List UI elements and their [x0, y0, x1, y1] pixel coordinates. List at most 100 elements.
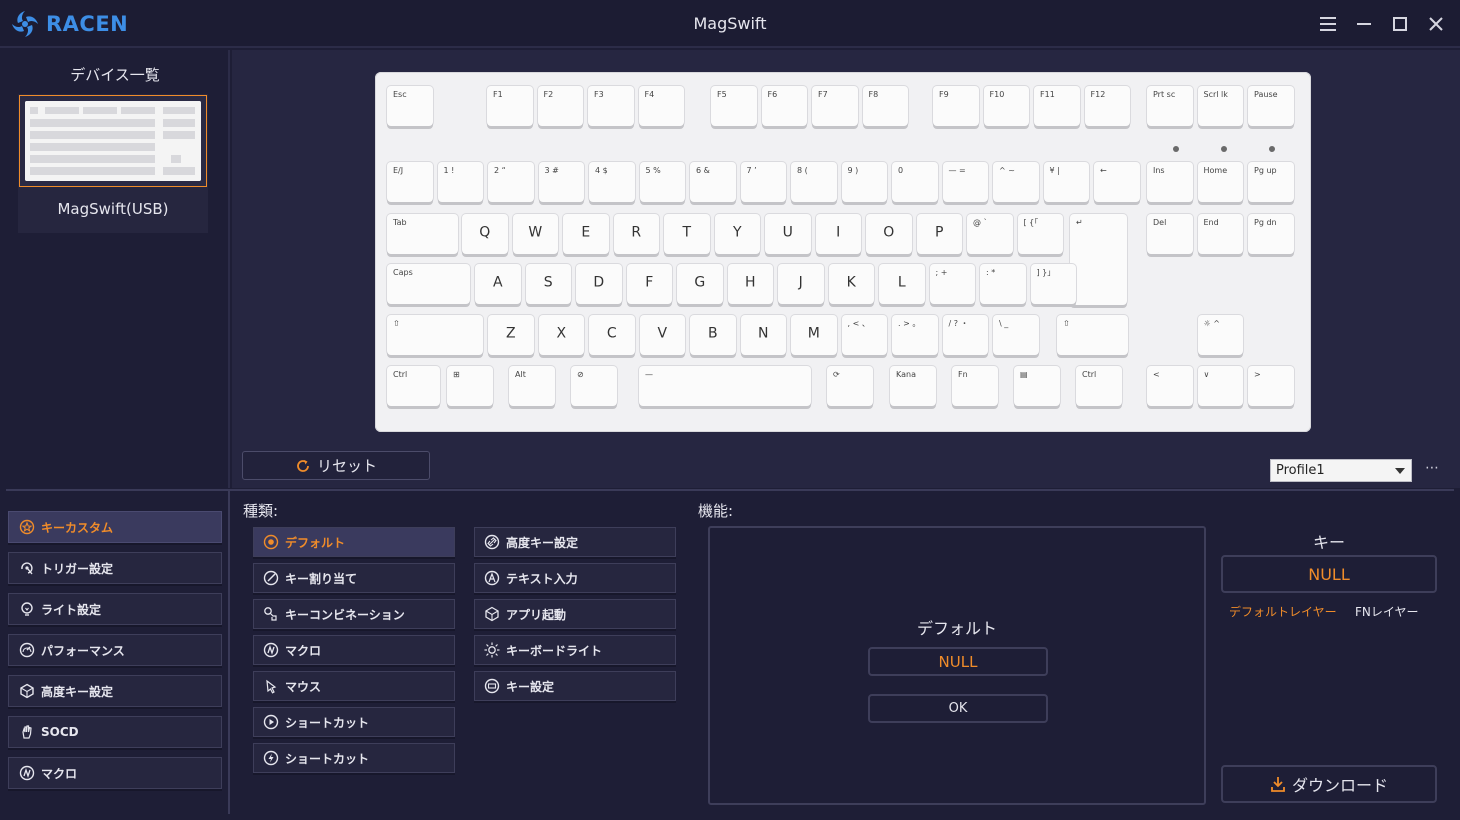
key-end[interactable]: End: [1197, 214, 1243, 254]
type-button-left-column-6[interactable]: ショートカット: [253, 743, 455, 773]
key-colon[interactable]: : *: [980, 264, 1026, 304]
key-o[interactable]: O: [866, 214, 912, 254]
key-enter[interactable]: ↵: [1070, 214, 1127, 305]
key-f4[interactable]: F4: [638, 86, 684, 126]
key-f9[interactable]: F9: [933, 86, 979, 126]
type-button-right-column-2[interactable]: アプリ起動: [474, 599, 676, 629]
key-scrlk[interactable]: Scrl lk: [1197, 86, 1243, 126]
key-1[interactable]: 1 !: [437, 162, 483, 202]
key-bksp[interactable]: ←: [1094, 162, 1140, 202]
key-down[interactable]: ∨: [1197, 366, 1243, 406]
nav-item-2[interactable]: ライト設定: [8, 593, 222, 625]
key-f1[interactable]: F1: [487, 86, 533, 126]
type-button-right-column-0[interactable]: 高度キー設定: [474, 527, 676, 557]
type-button-right-column-1[interactable]: テキスト入力: [474, 563, 676, 593]
key-ej[interactable]: E/J: [387, 162, 433, 202]
key-menu[interactable]: ▤: [1014, 366, 1060, 406]
type-button-left-column-3[interactable]: マクロ: [253, 635, 455, 665]
type-button-left-column-4[interactable]: マウス: [253, 671, 455, 701]
key-rctrl[interactable]: Ctrl: [1076, 366, 1122, 406]
key-2[interactable]: 2 “: [488, 162, 534, 202]
nav-item-4[interactable]: 高度キー設定: [8, 675, 222, 707]
key-lshift[interactable]: ⇧: [387, 315, 483, 355]
key-f5[interactable]: F5: [711, 86, 757, 126]
key-comma[interactable]: , < 、: [841, 315, 887, 355]
key-y[interactable]: Y: [714, 214, 760, 254]
function-value-field[interactable]: NULL: [868, 647, 1048, 676]
key-f6[interactable]: F6: [761, 86, 807, 126]
ok-button[interactable]: OK: [868, 694, 1048, 723]
key-f12[interactable]: F12: [1084, 86, 1130, 126]
key-pgup[interactable]: Pg up: [1248, 162, 1294, 202]
key-value-field[interactable]: NULL: [1221, 555, 1437, 593]
key-slash[interactable]: / ? ・: [942, 315, 988, 355]
key-f10[interactable]: F10: [983, 86, 1029, 126]
key-m[interactable]: M: [791, 315, 837, 355]
key-5[interactable]: 5 %: [639, 162, 685, 202]
key-kana[interactable]: Kana: [890, 366, 936, 406]
type-button-left-column-1[interactable]: キー割り当て: [253, 563, 455, 593]
reset-button[interactable]: リセット: [242, 451, 430, 480]
nav-item-1[interactable]: トリガー設定: [8, 552, 222, 584]
key-z[interactable]: Z: [488, 315, 534, 355]
key-k[interactable]: K: [828, 264, 874, 304]
key-left[interactable]: <: [1147, 366, 1193, 406]
key-p[interactable]: P: [916, 214, 962, 254]
key-minus[interactable]: — =: [942, 162, 988, 202]
key-f11[interactable]: F11: [1034, 86, 1080, 126]
key-lalt[interactable]: Alt: [509, 366, 555, 406]
key-pause[interactable]: Pause: [1248, 86, 1294, 126]
close-button[interactable]: [1422, 10, 1450, 38]
type-button-left-column-0[interactable]: デフォルト: [253, 527, 455, 557]
tab-default-layer[interactable]: デフォルトレイヤー: [1229, 603, 1337, 620]
key-esc[interactable]: Esc: [387, 86, 433, 126]
maximize-button[interactable]: [1386, 10, 1414, 38]
type-button-left-column-5[interactable]: ショートカット: [253, 707, 455, 737]
key-f8[interactable]: F8: [862, 86, 908, 126]
key-q[interactable]: Q: [462, 214, 508, 254]
key-del[interactable]: Del: [1147, 214, 1193, 254]
key-caps[interactable]: Caps: [387, 264, 471, 304]
key-f3[interactable]: F3: [588, 86, 634, 126]
menu-button[interactable]: [1314, 10, 1342, 38]
key-a[interactable]: A: [475, 264, 521, 304]
minimize-button[interactable]: [1350, 10, 1378, 38]
key-rshift[interactable]: ⇧: [1057, 315, 1128, 355]
device-card[interactable]: MagSwift(USB): [18, 94, 208, 233]
key-e[interactable]: E: [563, 214, 609, 254]
key-f7[interactable]: F7: [812, 86, 858, 126]
key-i[interactable]: I: [815, 214, 861, 254]
more-options-button[interactable]: ⋯: [1422, 460, 1442, 480]
type-button-right-column-3[interactable]: キーボードライト: [474, 635, 676, 665]
key-4[interactable]: 4 $: [589, 162, 635, 202]
key-pgdn[interactable]: Pg dn: [1248, 214, 1294, 254]
nav-item-3[interactable]: パフォーマンス: [8, 634, 222, 666]
type-button-left-column-2[interactable]: キーコンビネーション: [253, 599, 455, 629]
key-6[interactable]: 6 &: [690, 162, 736, 202]
key-w[interactable]: W: [512, 214, 558, 254]
key-n[interactable]: N: [740, 315, 786, 355]
key-win[interactable]: ⊞: [447, 366, 493, 406]
key-7[interactable]: 7 ’: [740, 162, 786, 202]
key-f[interactable]: F: [626, 264, 672, 304]
key-8[interactable]: 8 (: [791, 162, 837, 202]
key-muhenkan[interactable]: ⊘: [571, 366, 617, 406]
key-t[interactable]: T: [664, 214, 710, 254]
key-j[interactable]: J: [778, 264, 824, 304]
key-9[interactable]: 9 ): [841, 162, 887, 202]
key-u[interactable]: U: [765, 214, 811, 254]
key-caret[interactable]: ^ ~: [993, 162, 1039, 202]
key-g[interactable]: G: [677, 264, 723, 304]
key-h[interactable]: H: [727, 264, 773, 304]
key-x[interactable]: X: [538, 315, 584, 355]
key-yen[interactable]: ¥ |: [1043, 162, 1089, 202]
nav-item-6[interactable]: マクロ: [8, 757, 222, 789]
key-ins[interactable]: Ins: [1147, 162, 1193, 202]
key-f2[interactable]: F2: [537, 86, 583, 126]
key-space[interactable]: —: [639, 366, 811, 406]
key-3[interactable]: 3 #: [538, 162, 584, 202]
key-fn[interactable]: Fn: [952, 366, 998, 406]
key-s[interactable]: S: [525, 264, 571, 304]
nav-item-5[interactable]: SOCD: [8, 716, 222, 748]
key-v[interactable]: V: [639, 315, 685, 355]
